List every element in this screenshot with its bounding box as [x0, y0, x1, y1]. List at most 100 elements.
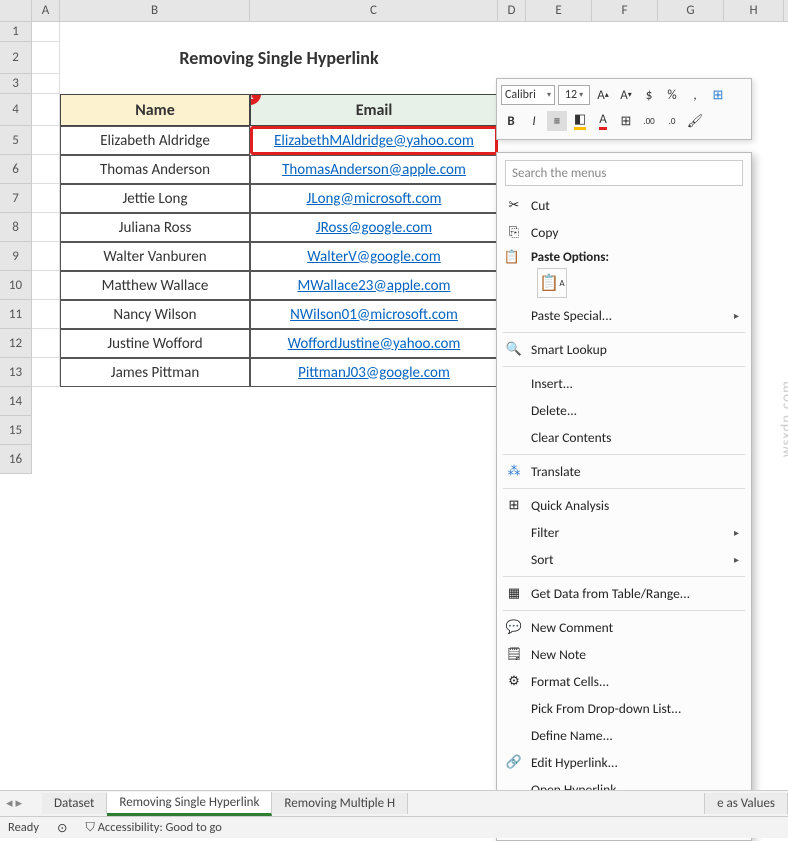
row-16[interactable]: 16	[0, 445, 32, 474]
bold-button[interactable]: B	[501, 111, 521, 131]
format-painter-button[interactable]: 🖌	[685, 111, 705, 131]
menu-translate[interactable]: ⁂Translate	[499, 458, 749, 485]
accessibility-status[interactable]: ⛉ Accessibility: Good to go	[85, 820, 221, 835]
align-button[interactable]: ≡	[547, 111, 567, 131]
cell-email-1[interactable]: ThomasAnderson@apple.com	[250, 155, 498, 184]
row-14[interactable]: 14	[0, 387, 32, 416]
menu-quick-analysis[interactable]: ⊞Quick Analysis	[499, 492, 749, 519]
menu-clear-contents[interactable]: Clear Contents	[499, 424, 749, 451]
menu-sort[interactable]: Sort▸	[499, 546, 749, 573]
row-2[interactable]: 2	[0, 42, 32, 74]
decrease-font-icon[interactable]: A▾	[616, 85, 636, 105]
cell-email-0-selected[interactable]: ElizabethMAldridge@yahoo.com	[250, 126, 498, 155]
sheet-title: Removing Single Hyperlink	[60, 42, 498, 74]
paste-values-button[interactable]: 📋A	[537, 268, 567, 298]
status-bar: Ready ⊙ ⛉ Accessibility: Good to go	[0, 816, 788, 838]
menu-format-cells[interactable]: ⚙Format Cells...	[499, 668, 749, 695]
menu-copy[interactable]: ⎘Copy	[499, 219, 749, 246]
row-10[interactable]: 10	[0, 271, 32, 300]
row-8[interactable]: 8	[0, 213, 32, 242]
cell-email-7[interactable]: WoffordJustine@yahoo.com	[250, 329, 498, 358]
increase-font-icon[interactable]: A▴	[593, 85, 613, 105]
row-1[interactable]: 1	[0, 22, 32, 42]
menu-cut[interactable]: ✂Cut	[499, 192, 749, 219]
header-email[interactable]: Email 1	[250, 94, 498, 126]
tab-dataset[interactable]: Dataset	[42, 793, 107, 814]
italic-button[interactable]: I	[524, 111, 544, 131]
header-name[interactable]: Name	[60, 94, 250, 126]
decrease-decimal-button[interactable]: .0	[662, 111, 682, 131]
search-icon: 🔍	[505, 341, 523, 359]
menu-smart-lookup[interactable]: 🔍Smart Lookup	[499, 336, 749, 363]
cell-name-7[interactable]: Justine Wofford	[60, 329, 250, 358]
cell-name-6[interactable]: Nancy Wilson	[60, 300, 250, 329]
menu-pick-list[interactable]: Pick From Drop-down List...	[499, 695, 749, 722]
row-9[interactable]: 9	[0, 242, 32, 271]
tab-active[interactable]: Removing Single Hyperlink	[107, 792, 272, 816]
cell-email-5[interactable]: MWallace23@apple.com	[250, 271, 498, 300]
cell-email-4[interactable]: WalterV@google.com	[250, 242, 498, 271]
font-size-selector[interactable]: 12▾	[558, 85, 590, 105]
menu-filter[interactable]: Filter▸	[499, 519, 749, 546]
row-5[interactable]: 5	[0, 126, 32, 155]
menu-insert[interactable]: Insert...	[499, 370, 749, 397]
tab-nav[interactable]: ◂ ▸	[6, 796, 22, 811]
menu-new-comment[interactable]: 💬New Comment	[499, 614, 749, 641]
menu-edit-hyperlink[interactable]: 🔗Edit Hyperlink...	[499, 749, 749, 776]
separator	[503, 332, 745, 333]
table-format-icon[interactable]: ⊞	[708, 85, 728, 105]
row-12[interactable]: 12	[0, 329, 32, 358]
cell-email-2[interactable]: JLong@microsoft.com	[250, 184, 498, 213]
cell-email-8[interactable]: PittmanJ03@google.com	[250, 358, 498, 387]
menu-search-input[interactable]: Search the menus	[505, 160, 743, 186]
currency-icon[interactable]: $	[639, 85, 659, 105]
row-3[interactable]: 3	[0, 74, 32, 94]
cell-email-3[interactable]: JRoss@google.com	[250, 213, 498, 242]
cell-name-3[interactable]: Juliana Ross	[60, 213, 250, 242]
cell-name-4[interactable]: Walter Vanburen	[60, 242, 250, 271]
col-A[interactable]: A	[32, 0, 60, 21]
separator	[503, 576, 745, 577]
col-D[interactable]: D	[498, 0, 526, 21]
cell-name-5[interactable]: Matthew Wallace	[60, 271, 250, 300]
status-ready: Ready	[8, 820, 39, 835]
row-6[interactable]: 6	[0, 155, 32, 184]
menu-new-note[interactable]: 🗒New Note	[499, 641, 749, 668]
menu-get-data[interactable]: ▦Get Data from Table/Range...	[499, 580, 749, 607]
cell-name-0[interactable]: Elizabeth Aldridge	[60, 126, 250, 155]
accessibility-icon: ⛉	[85, 820, 97, 835]
comma-icon[interactable]: ,	[685, 85, 705, 105]
percent-icon[interactable]: %	[662, 85, 682, 105]
col-F[interactable]: F	[592, 0, 658, 21]
menu-paste-special[interactable]: Paste Special...▸	[499, 302, 749, 329]
col-E[interactable]: E	[526, 0, 592, 21]
cell-email-6[interactable]: NWilson01@microsoft.com	[250, 300, 498, 329]
cell-name-1[interactable]: Thomas Anderson	[60, 155, 250, 184]
tab-multiple[interactable]: Removing Multiple H	[272, 793, 408, 814]
row-15[interactable]: 15	[0, 416, 32, 445]
col-G[interactable]: G	[658, 0, 724, 21]
watermark: wsxdn.com	[778, 380, 788, 457]
macro-record-icon[interactable]: ⊙	[57, 820, 67, 836]
col-C[interactable]: C	[250, 0, 498, 21]
cell-name-8[interactable]: James Pittman	[60, 358, 250, 387]
increase-decimal-button[interactable]: .00	[639, 111, 659, 131]
font-selector[interactable]: Calibri▾	[501, 85, 555, 105]
border-button[interactable]: ⊞	[616, 111, 636, 131]
col-B[interactable]: B	[60, 0, 250, 21]
menu-define-name[interactable]: Define Name...	[499, 722, 749, 749]
row-11[interactable]: 11	[0, 300, 32, 329]
tab-values[interactable]: e as Values	[704, 793, 788, 814]
fill-color-button[interactable]: ◧	[570, 111, 590, 131]
cell-name-2[interactable]: Jettie Long	[60, 184, 250, 213]
row-7[interactable]: 7	[0, 184, 32, 213]
font-color-button[interactable]: A	[593, 111, 613, 131]
col-H[interactable]: H	[724, 0, 784, 21]
get-data-label: Get Data from Table/Range...	[531, 585, 690, 602]
clipboard-icon: 📋	[503, 248, 521, 266]
row-4[interactable]: 4	[0, 94, 32, 126]
menu-delete[interactable]: Delete...	[499, 397, 749, 424]
row-13[interactable]: 13	[0, 358, 32, 387]
select-all-corner[interactable]	[0, 0, 32, 21]
new-comment-label: New Comment	[531, 619, 613, 636]
